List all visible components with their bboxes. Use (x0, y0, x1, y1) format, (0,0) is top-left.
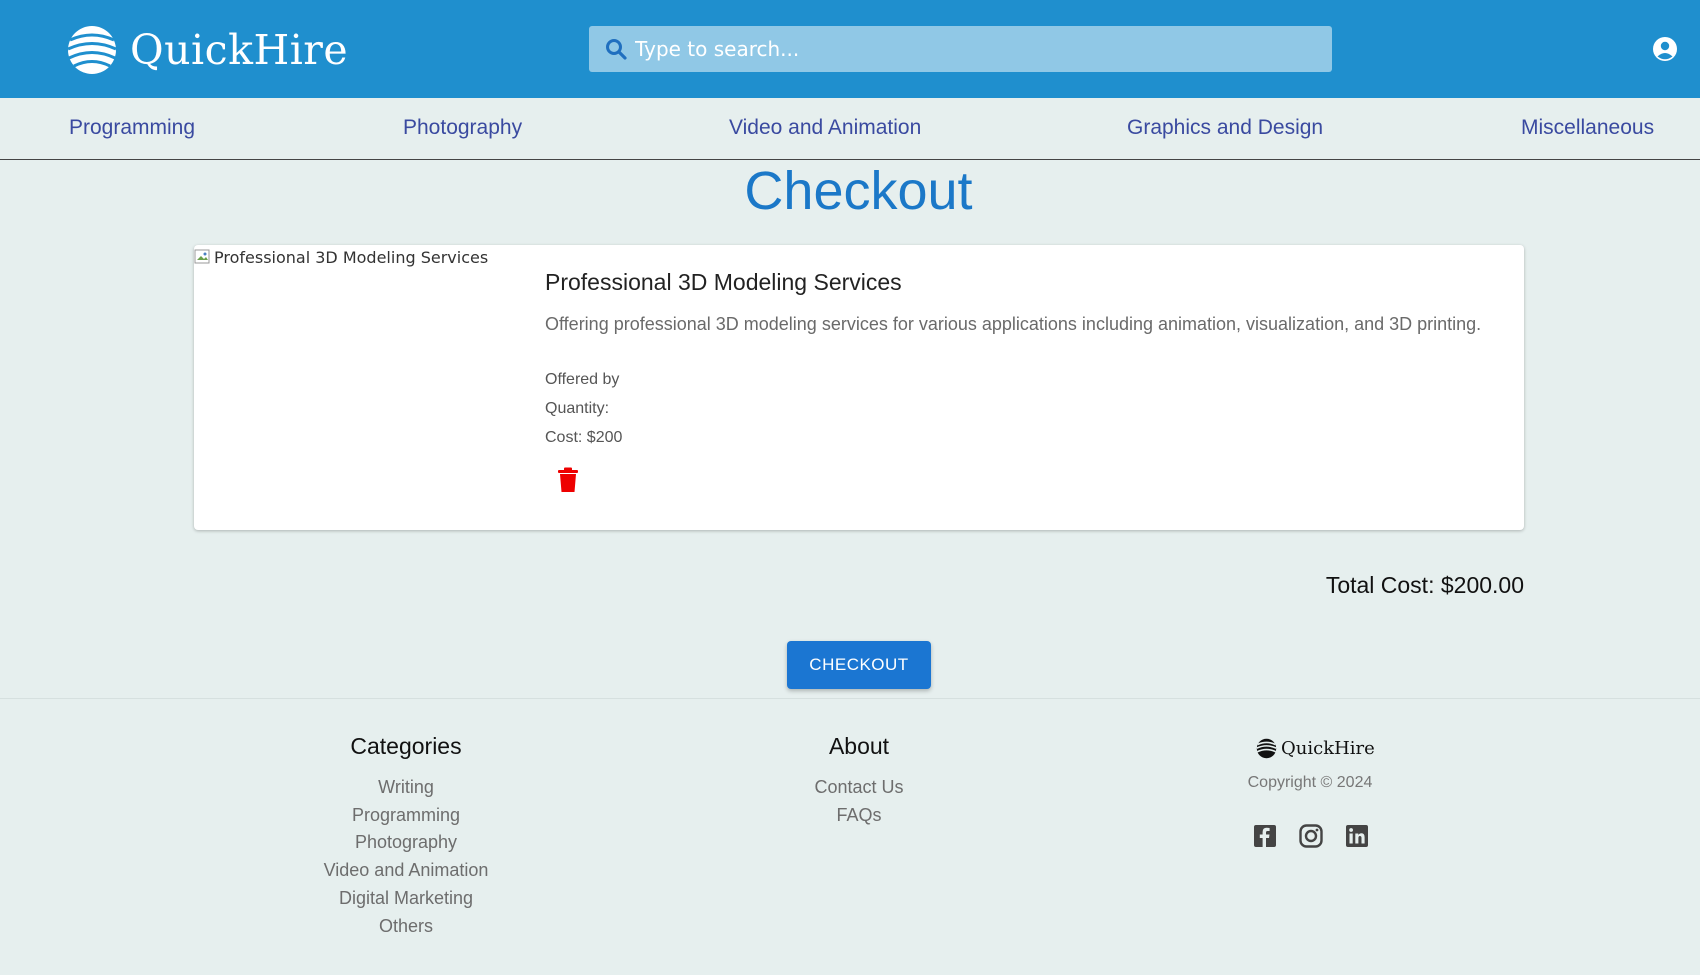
linkedin-icon[interactable] (1345, 824, 1369, 848)
product-image: Professional 3D Modeling Services (194, 245, 488, 269)
nav-item-programming[interactable]: Programming (69, 116, 195, 140)
footer-about-heading: About (828, 733, 890, 759)
footer-link-writing[interactable]: Writing (306, 774, 506, 802)
trash-icon (558, 467, 578, 492)
delete-item-button[interactable] (556, 467, 580, 493)
nav-item-video-animation[interactable]: Video and Animation (729, 116, 921, 140)
footer-link-video-animation[interactable]: Video and Animation (306, 857, 506, 885)
search-bar[interactable] (589, 26, 1332, 72)
logo[interactable]: QuickHire (66, 24, 348, 76)
page-title: Checkout (744, 161, 973, 221)
footer-link-faqs[interactable]: FAQs (759, 802, 959, 830)
copyright: Copyright © 2024 (1247, 774, 1373, 791)
item-cost: Cost: $200 (545, 429, 623, 446)
checkout-button[interactable]: CHECKOUT (787, 641, 931, 689)
footer-link-others[interactable]: Others (306, 913, 506, 941)
footer-brand-name: QuickHire (1281, 738, 1375, 759)
brand-name: QuickHire (130, 26, 349, 74)
footer-link-digital-marketing[interactable]: Digital Marketing (306, 885, 506, 913)
quantity: Quantity: (545, 400, 610, 417)
footer-link-contact[interactable]: Contact Us (759, 774, 959, 802)
category-nav: Programming Photography Video and Animat… (0, 98, 1700, 160)
product-image-alt: Professional 3D Modeling Services (214, 247, 489, 267)
footer-categories-heading: Categories (350, 733, 462, 759)
nav-item-graphics-design[interactable]: Graphics and Design (1127, 116, 1323, 140)
search-icon (606, 39, 627, 60)
offered-by: Offered by (545, 371, 620, 388)
broken-image-icon (194, 249, 210, 264)
top-bar: QuickHire (0, 0, 1700, 98)
footer-divider (0, 698, 1700, 699)
item-description: Offering professional 3D modeling servic… (545, 314, 1482, 334)
footer-categories: Categories Writing Programming Photograp… (306, 733, 506, 940)
footer-link-programming[interactable]: Programming (306, 802, 506, 830)
footer-link-photography[interactable]: Photography (306, 829, 506, 857)
globe-logo-icon (67, 26, 117, 74)
search-input[interactable] (635, 29, 1315, 69)
globe-logo-icon (1256, 738, 1277, 759)
nav-item-photography[interactable]: Photography (403, 116, 522, 140)
footer-logo[interactable]: QuickHire (1256, 738, 1375, 759)
total-cost: Total Cost: $200.00 (1325, 572, 1524, 598)
facebook-icon[interactable] (1253, 824, 1277, 848)
item-title: Professional 3D Modeling Services (545, 269, 902, 295)
cart-item-card: Professional 3D Modeling Services Profes… (194, 245, 1524, 530)
footer-about: About Contact Us FAQs (759, 733, 959, 829)
instagram-icon[interactable] (1299, 824, 1323, 848)
nav-item-miscellaneous[interactable]: Miscellaneous (1521, 116, 1654, 140)
account-icon[interactable] (1652, 36, 1678, 62)
